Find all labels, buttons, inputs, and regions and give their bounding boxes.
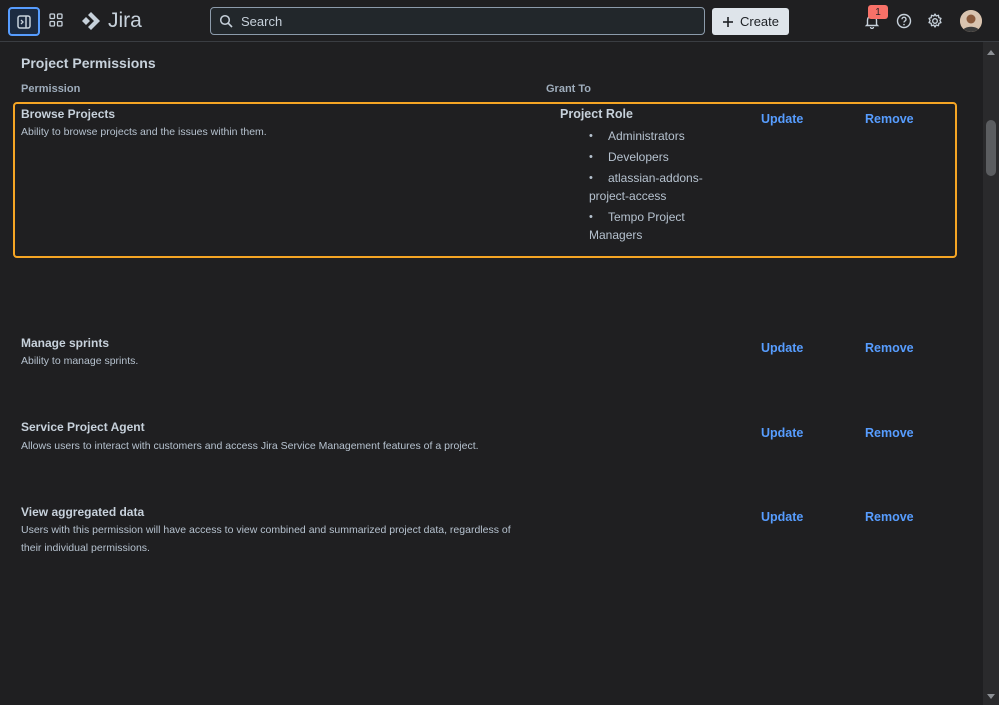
grant-role-item: Developers	[589, 148, 729, 166]
update-link[interactable]: Update	[761, 112, 803, 126]
remove-link[interactable]: Remove	[865, 341, 914, 355]
grant-type: Project Role	[560, 107, 633, 121]
grant-role-item: Administrators	[589, 127, 729, 145]
permission-description: Ability to manage sprints.	[21, 355, 139, 367]
help-icon	[896, 13, 912, 29]
scroll-thumb[interactable]	[986, 120, 996, 176]
scroll-down-arrow-icon[interactable]	[987, 694, 995, 699]
plus-icon	[722, 16, 733, 27]
permission-name: Service Project Agent	[21, 420, 145, 434]
update-link[interactable]: Update	[761, 426, 803, 440]
apps-grid-icon[interactable]	[49, 13, 63, 27]
permission-name: Manage sprints	[21, 336, 110, 350]
notification-badge: 1	[868, 5, 888, 19]
update-link[interactable]: Update	[761, 510, 803, 524]
logo-text: Jira	[108, 9, 142, 32]
create-button[interactable]: Create	[712, 8, 789, 35]
scroll-up-arrow-icon[interactable]	[987, 50, 995, 55]
search-input[interactable]	[239, 12, 683, 30]
remove-link[interactable]: Remove	[865, 112, 914, 126]
top-navigation: Jira Create 1	[0, 0, 999, 42]
grant-role-list: Administrators Developers atlassian-addo…	[589, 127, 729, 247]
create-button-label: Create	[739, 14, 780, 29]
remove-link[interactable]: Remove	[865, 510, 914, 524]
page-title: Project Permissions	[21, 55, 156, 71]
permission-name: View aggregated data	[21, 505, 145, 519]
sidebar-toggle-button[interactable]	[8, 7, 40, 36]
column-header-grant-to: Grant To	[546, 83, 592, 95]
avatar[interactable]	[960, 10, 982, 32]
jira-logo[interactable]: Jira	[80, 9, 142, 33]
permission-name: Browse Projects	[21, 107, 116, 121]
permission-description: Allows users to interact with customers …	[21, 440, 479, 452]
sidebar-toggle-icon	[17, 14, 31, 29]
remove-link[interactable]: Remove	[865, 426, 914, 440]
permission-description: Users with this permission will have acc…	[21, 524, 511, 554]
settings-button[interactable]	[925, 11, 945, 31]
search-box[interactable]	[210, 7, 705, 35]
column-header-permission: Permission	[21, 83, 81, 95]
gear-icon	[928, 13, 942, 28]
vertical-scrollbar[interactable]	[983, 42, 999, 705]
update-link[interactable]: Update	[761, 341, 803, 355]
grant-role-item: atlassian-addons-project-access	[589, 169, 729, 205]
user-avatar-icon	[960, 10, 982, 32]
grant-role-item: Tempo Project Managers	[589, 208, 729, 244]
jira-logo-icon	[82, 12, 100, 30]
search-icon	[219, 14, 233, 28]
help-button[interactable]	[894, 11, 914, 31]
permission-description: Ability to browse projects and the issue…	[21, 126, 267, 138]
